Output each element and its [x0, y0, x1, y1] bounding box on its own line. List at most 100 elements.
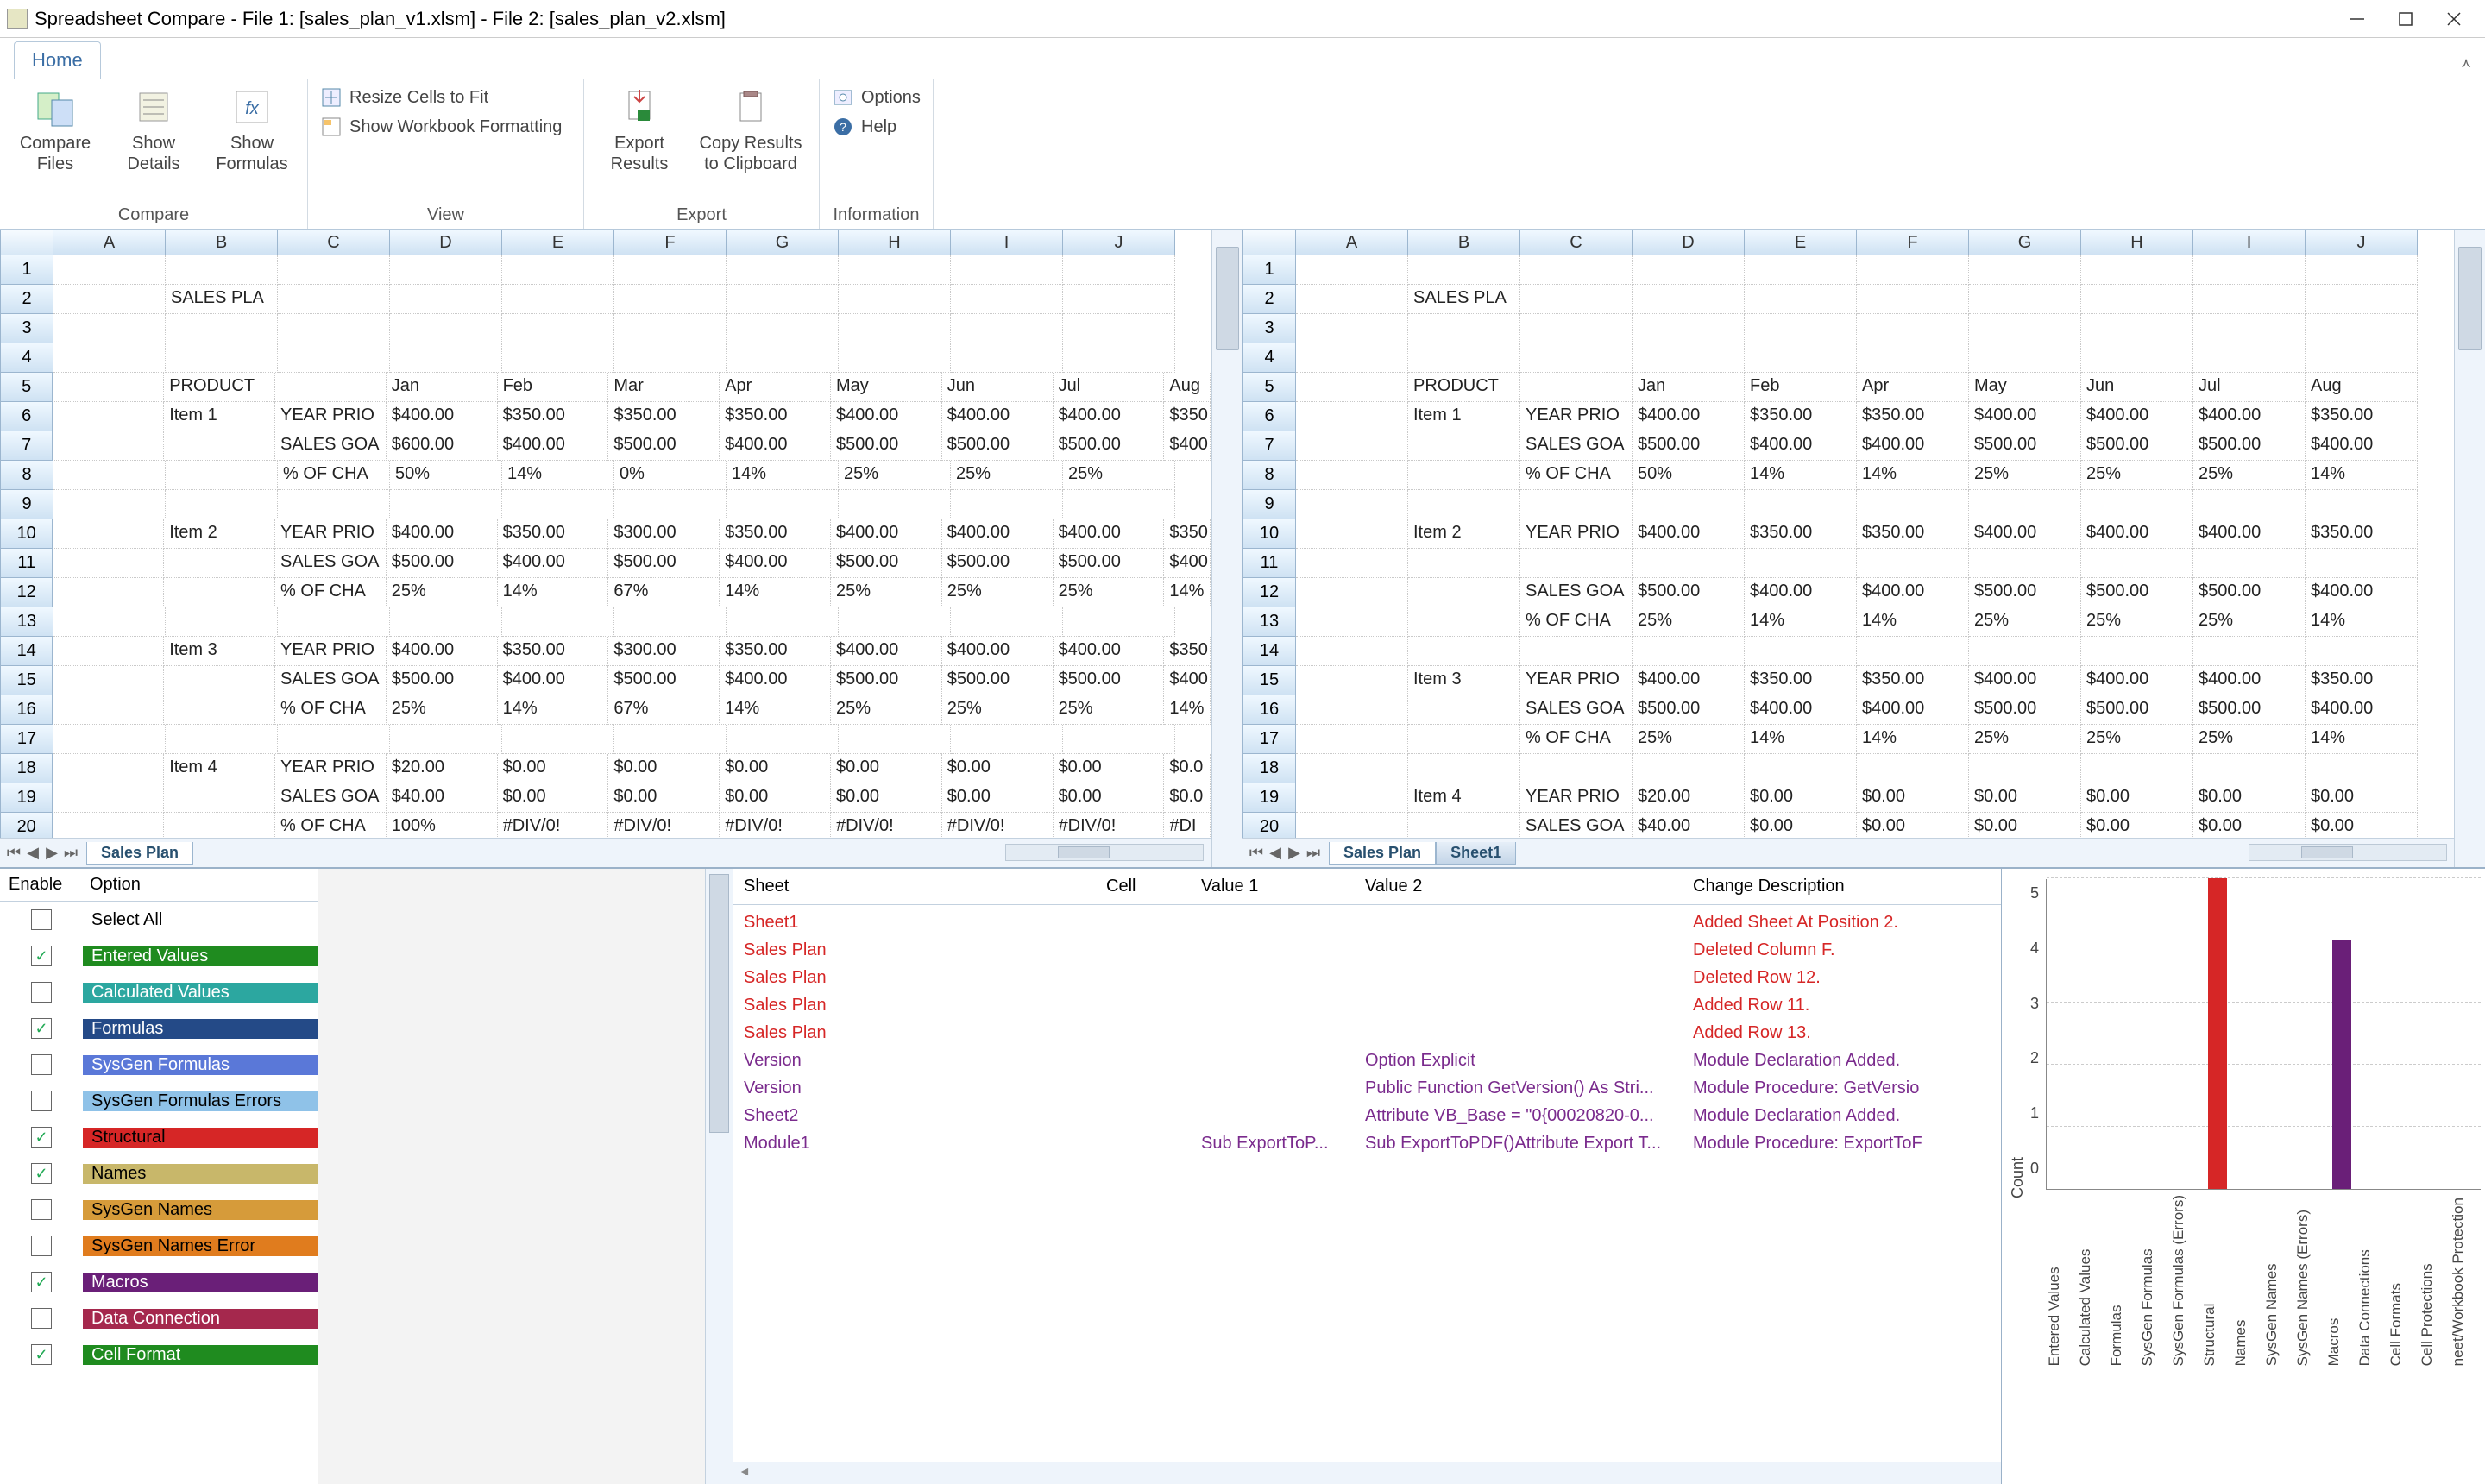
- grid-cell[interactable]: [53, 783, 164, 813]
- grid-cell[interactable]: [614, 314, 727, 343]
- export-results-button[interactable]: Export Results: [596, 85, 683, 174]
- grid-cell[interactable]: SALES GOA: [1520, 695, 1633, 725]
- option-label[interactable]: SysGen Names: [83, 1200, 318, 1220]
- grid-cell[interactable]: $0.00: [498, 754, 609, 783]
- option-checkbox[interactable]: [31, 1054, 52, 1075]
- grid-cell[interactable]: [1969, 314, 2081, 343]
- grid-cell[interactable]: [1063, 490, 1175, 519]
- options-button[interactable]: Options: [832, 85, 921, 110]
- column-header[interactable]: D: [1633, 230, 1745, 255]
- grid-cell[interactable]: $350.00: [498, 637, 609, 666]
- grid-cell[interactable]: [2193, 637, 2306, 666]
- grid-cell[interactable]: [1745, 255, 1857, 285]
- grid-cell[interactable]: 25%: [2193, 725, 2306, 754]
- column-header[interactable]: H: [2081, 230, 2193, 255]
- grid-cell[interactable]: [164, 695, 275, 725]
- grid-cell[interactable]: SALES GOA: [275, 666, 387, 695]
- row-header[interactable]: 17: [1242, 725, 1296, 754]
- grid-cell[interactable]: [1296, 519, 1408, 549]
- grid-cell[interactable]: [1857, 754, 1969, 783]
- row-header[interactable]: 2: [1242, 285, 1296, 314]
- row-header[interactable]: 14: [0, 637, 53, 666]
- grid-cell[interactable]: 14%: [1745, 607, 1857, 637]
- grid-cell[interactable]: [2306, 754, 2418, 783]
- close-button[interactable]: [2430, 0, 2478, 38]
- grid-cell[interactable]: $500.00: [831, 666, 942, 695]
- grid-cell[interactable]: $0.00: [2193, 783, 2306, 813]
- grid-cell[interactable]: $400.00: [2306, 578, 2418, 607]
- option-checkbox[interactable]: [31, 909, 52, 930]
- column-header[interactable]: G: [727, 230, 839, 255]
- grid-cell[interactable]: $400.00: [2081, 519, 2193, 549]
- grid-cell[interactable]: 25%: [1054, 578, 1165, 607]
- grid-cell[interactable]: [839, 343, 951, 373]
- grid-cell[interactable]: [53, 343, 166, 373]
- row-header[interactable]: 10: [0, 519, 53, 549]
- grid-cell[interactable]: [951, 314, 1063, 343]
- grid-cell[interactable]: 14%: [2306, 461, 2418, 490]
- grid-cell[interactable]: [1857, 490, 1969, 519]
- grid-cell[interactable]: $500.00: [942, 666, 1054, 695]
- grid-cell[interactable]: [1857, 637, 1969, 666]
- grid-cell[interactable]: [2193, 285, 2306, 314]
- tab-home[interactable]: Home: [14, 41, 101, 79]
- grid-cell[interactable]: [1296, 607, 1408, 637]
- grid-cell[interactable]: 25%: [839, 461, 951, 490]
- grid-cell[interactable]: [1745, 549, 1857, 578]
- grid-cell[interactable]: $300.00: [608, 519, 720, 549]
- grid-cell[interactable]: [1745, 637, 1857, 666]
- grid-cell[interactable]: [1296, 343, 1408, 373]
- grid-cell[interactable]: [1296, 255, 1408, 285]
- grid-cell[interactable]: [53, 519, 164, 549]
- option-checkbox[interactable]: [31, 1308, 52, 1329]
- grid-cell[interactable]: [1520, 754, 1633, 783]
- grid-cell[interactable]: [1520, 314, 1633, 343]
- grid-cell[interactable]: [727, 490, 839, 519]
- grid-cell[interactable]: [53, 637, 164, 666]
- row-header[interactable]: 3: [1242, 314, 1296, 343]
- grid-cell[interactable]: 50%: [1633, 461, 1745, 490]
- grid-cell[interactable]: 14%: [2306, 607, 2418, 637]
- grid-cell[interactable]: [614, 725, 727, 754]
- show-formatting-button[interactable]: Show Workbook Formatting: [320, 114, 562, 140]
- grid-cell[interactable]: [166, 607, 278, 637]
- row-header[interactable]: 15: [0, 666, 53, 695]
- row-header[interactable]: 4: [0, 343, 53, 373]
- grid-cell[interactable]: $400.00: [387, 519, 498, 549]
- grid-cell[interactable]: 67%: [608, 578, 720, 607]
- row-header[interactable]: 1: [0, 255, 53, 285]
- grid-cell[interactable]: 25%: [942, 578, 1054, 607]
- grid-cell[interactable]: [1857, 285, 1969, 314]
- result-row[interactable]: Sales PlanDeleted Row 12.: [733, 964, 2001, 991]
- grid-cell[interactable]: SALES GOA: [275, 783, 387, 813]
- grid-cell[interactable]: 25%: [1969, 461, 2081, 490]
- sheet-tab[interactable]: Sheet1: [1436, 842, 1516, 865]
- grid-cell[interactable]: [166, 461, 278, 490]
- grid-cell[interactable]: $0.00: [1969, 783, 2081, 813]
- grid-cell[interactable]: 14%: [1745, 725, 1857, 754]
- row-header[interactable]: 15: [1242, 666, 1296, 695]
- grid-cell[interactable]: % OF CHA: [278, 461, 390, 490]
- grid-cell[interactable]: $500.00: [1969, 578, 2081, 607]
- grid-cell[interactable]: Aug: [2306, 373, 2418, 402]
- grid-cell[interactable]: $500.00: [1054, 431, 1165, 461]
- grid-cell[interactable]: YEAR PRIO: [1520, 519, 1633, 549]
- column-header[interactable]: B: [1408, 230, 1520, 255]
- grid-cell[interactable]: $500.00: [942, 549, 1054, 578]
- grid-cell[interactable]: $400.00: [1633, 519, 1745, 549]
- grid-cell[interactable]: [2193, 490, 2306, 519]
- grid-cell[interactable]: [951, 285, 1063, 314]
- grid-cell[interactable]: $400.00: [2081, 402, 2193, 431]
- grid-cell[interactable]: [164, 813, 275, 838]
- grid-cell[interactable]: 25%: [387, 695, 498, 725]
- grid-cell[interactable]: SALES PLA: [166, 285, 278, 314]
- grid-cell[interactable]: [2193, 549, 2306, 578]
- grid-cell[interactable]: [502, 607, 614, 637]
- grid-cell[interactable]: $350.00: [2306, 402, 2418, 431]
- grid-cell[interactable]: [1857, 314, 1969, 343]
- grid-cell[interactable]: [839, 314, 951, 343]
- grid-cell[interactable]: [166, 490, 278, 519]
- grid-cell[interactable]: $350: [1164, 637, 1211, 666]
- grid-cell[interactable]: Item 4: [164, 754, 275, 783]
- row-header[interactable]: 20: [1242, 813, 1296, 838]
